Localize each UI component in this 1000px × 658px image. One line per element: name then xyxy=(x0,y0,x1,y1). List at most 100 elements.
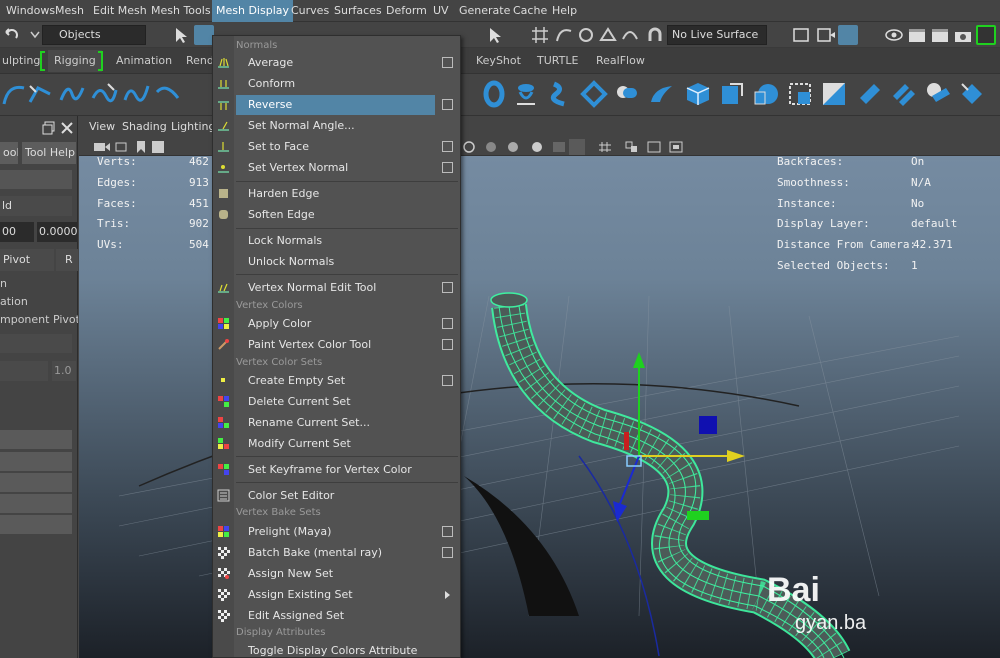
extrude-icon[interactable] xyxy=(614,80,642,108)
snap-grid-icon[interactable] xyxy=(530,25,550,45)
tab-keyshot[interactable]: KeyShot xyxy=(470,50,527,72)
image-plane-icon[interactable] xyxy=(151,140,165,154)
menu-item-soften-edge[interactable]: Soften Edge xyxy=(236,205,435,225)
undo-icon[interactable] xyxy=(2,26,20,44)
snap-view-plane-icon[interactable] xyxy=(598,25,618,45)
menu-item-assign-new-set[interactable]: Assign New Set xyxy=(236,564,435,584)
menu-generate[interactable]: Generate xyxy=(455,0,514,22)
curve-edit-icon[interactable] xyxy=(154,80,182,108)
torus-icon[interactable] xyxy=(480,80,508,108)
mode-field[interactable]: ld xyxy=(0,196,72,216)
bezier-curve-icon[interactable] xyxy=(58,80,86,108)
menu-mesh-tools[interactable]: Mesh Tools xyxy=(147,0,215,22)
menu-item-reverse[interactable]: Reverse xyxy=(236,95,435,115)
smooth-shade-icon[interactable] xyxy=(483,140,499,154)
batch-bake-mental-ray-options-box[interactable] xyxy=(442,547,453,558)
tab-rigging[interactable]: Rigging xyxy=(48,50,102,72)
apply-color-options-box[interactable] xyxy=(442,318,453,329)
chevron-down-icon[interactable] xyxy=(30,28,40,42)
isolate-icon[interactable] xyxy=(624,140,640,154)
render-settings-icon[interactable] xyxy=(953,26,973,44)
menu-item-set-vertex-normal[interactable]: Set Vertex Normal xyxy=(236,158,435,178)
textured-icon[interactable] xyxy=(505,140,521,154)
menu-item-harden-edge[interactable]: Harden Edge xyxy=(236,184,435,204)
camera-icon[interactable] xyxy=(93,140,111,154)
menu-item-paint-vertex-color-tool[interactable]: Paint Vertex Color Tool xyxy=(236,335,435,355)
resolution-gate-icon[interactable] xyxy=(668,140,684,154)
set-vertex-normal-options-box[interactable] xyxy=(442,162,453,173)
vertex-normal-edit-tool-options-box[interactable] xyxy=(442,282,453,293)
curve-tool-icon[interactable] xyxy=(0,80,28,108)
loft-icon[interactable] xyxy=(546,80,574,108)
slider-track[interactable] xyxy=(0,361,48,381)
collapsed-section-5[interactable] xyxy=(0,515,72,534)
float-panel-icon[interactable] xyxy=(42,121,56,135)
menu-item-conform[interactable]: Conform xyxy=(236,74,435,94)
menu-item-assign-existing-set[interactable]: Assign Existing Set xyxy=(236,585,435,605)
reverse-options-box[interactable] xyxy=(442,99,453,110)
viewport-menu-lighting[interactable]: Lighting xyxy=(171,116,215,138)
close-icon[interactable] xyxy=(60,121,74,135)
menu-curves[interactable]: Curves xyxy=(287,0,333,22)
eye-icon[interactable] xyxy=(884,26,904,44)
collapsed-section-4[interactable] xyxy=(0,494,72,513)
menu-edit-mesh[interactable]: Edit Mesh xyxy=(89,0,151,22)
collapsed-section-1[interactable] xyxy=(0,430,72,449)
collapsed-section-2[interactable] xyxy=(0,452,72,471)
average-options-box[interactable] xyxy=(442,57,453,68)
select-by-component-icon[interactable] xyxy=(194,25,214,45)
set-to-face-options-box[interactable] xyxy=(442,141,453,152)
create-empty-set-options-box[interactable] xyxy=(442,375,453,386)
bookmark-icon[interactable] xyxy=(135,140,147,154)
menu-item-lock-normals[interactable]: Lock Normals xyxy=(236,231,435,251)
revolve-icon[interactable] xyxy=(512,80,540,108)
menu-item-set-normal-angle[interactable]: Set Normal Angle... xyxy=(236,116,435,136)
menu-surfaces[interactable]: Surfaces xyxy=(330,0,386,22)
lights-icon[interactable] xyxy=(529,140,545,154)
viewport-menu-shading[interactable]: Shading xyxy=(122,116,167,138)
cube-icon[interactable] xyxy=(684,80,712,108)
ipr-render-icon[interactable] xyxy=(930,26,950,44)
diagonal-plane-icon[interactable] xyxy=(856,80,884,108)
menu-item-color-set-editor[interactable]: Color Set Editor xyxy=(236,486,435,506)
menu-item-toggle-display-colors-attribute[interactable]: Toggle Display Colors Attribute xyxy=(236,641,435,658)
menu-item-edit-assigned-set[interactable]: Edit Assigned Set xyxy=(236,606,435,626)
dashed-cube-icon[interactable] xyxy=(786,80,814,108)
magnet-icon[interactable] xyxy=(645,25,665,45)
menu-item-apply-color[interactable]: Apply Color xyxy=(236,314,435,334)
split-cube-icon[interactable] xyxy=(820,80,848,108)
collapsed-section-3[interactable] xyxy=(0,473,72,492)
diamond-cube-icon[interactable] xyxy=(958,80,986,108)
pivot-tab[interactable]: Pivot xyxy=(0,249,54,271)
snap-curve-icon[interactable] xyxy=(554,25,574,45)
tab-turtle[interactable]: TURTLE xyxy=(531,50,584,72)
menu-item-modify-current-set[interactable]: Modify Current Set xyxy=(236,434,435,454)
menu-cache[interactable]: Cache xyxy=(509,0,551,22)
render-view-icon[interactable] xyxy=(816,26,836,44)
menu-item-average[interactable]: Average xyxy=(236,53,435,73)
menu-help[interactable]: Help xyxy=(548,0,581,22)
input-line-icon[interactable] xyxy=(792,26,812,44)
pencil-curve-icon[interactable] xyxy=(90,80,118,108)
live-surface-field[interactable]: No Live Surface xyxy=(667,25,767,45)
section-bar[interactable] xyxy=(0,170,72,189)
tab-animation[interactable]: Animation xyxy=(110,50,178,72)
modeling-toolkit-icon[interactable] xyxy=(976,25,996,45)
menu-item-rename-current-set[interactable]: Rename Current Set... xyxy=(236,413,435,433)
cut-cube-icon[interactable] xyxy=(718,80,746,108)
menu-item-set-to-face[interactable]: Set to Face xyxy=(236,137,435,157)
tool-button[interactable]: ool xyxy=(0,142,18,164)
menu-deform[interactable]: Deform xyxy=(382,0,431,22)
grid-toggle-icon[interactable] xyxy=(597,140,613,154)
r-tab[interactable]: R xyxy=(56,249,78,271)
snap-surface-icon[interactable] xyxy=(620,25,640,45)
tab-realflow[interactable]: RealFlow xyxy=(590,50,651,72)
menu-item-unlock-normals[interactable]: Unlock Normals xyxy=(236,252,435,272)
hud-toggle-icon[interactable] xyxy=(646,140,662,154)
value-field-b[interactable]: 0.0000 xyxy=(37,222,77,242)
select-by-hierarchy-icon[interactable] xyxy=(172,25,192,45)
sphere-cube-icon[interactable] xyxy=(752,80,780,108)
slider-value-field[interactable]: 1.0 xyxy=(52,361,76,381)
menu-item-prelight-maya[interactable]: Prelight (Maya) xyxy=(236,522,435,542)
camera-attr-icon[interactable] xyxy=(115,140,131,154)
